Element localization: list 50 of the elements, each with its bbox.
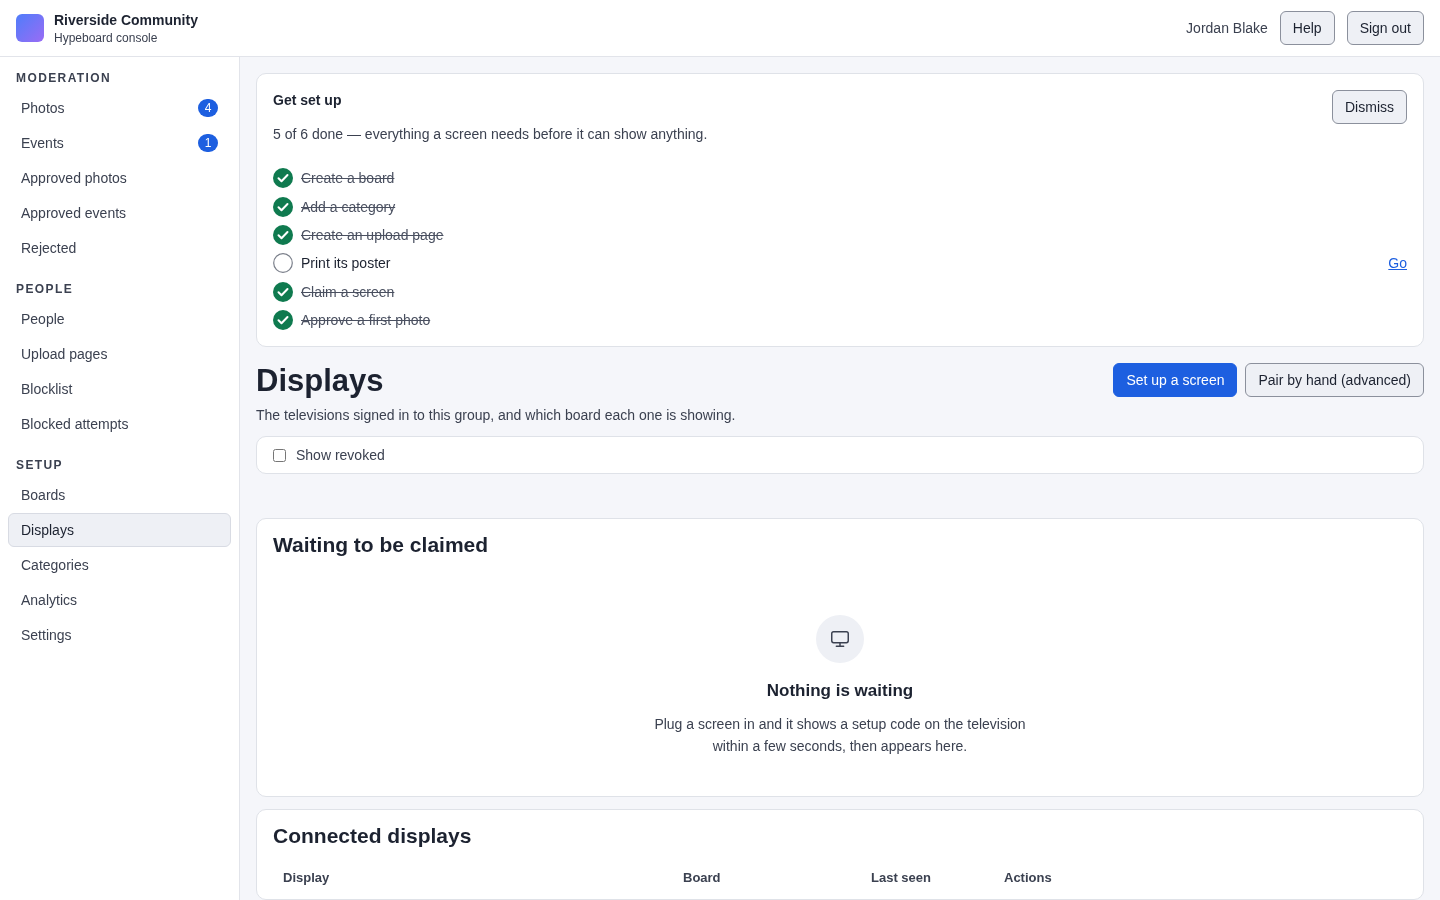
checkbox[interactable] <box>273 448 286 462</box>
dismiss-button[interactable]: Dismiss <box>1332 90 1407 124</box>
count-badge: 1 <box>198 134 218 152</box>
sidebar-item[interactable]: Analytics <box>8 583 231 617</box>
sidebar-item[interactable]: Approved events <box>8 196 231 230</box>
header-button[interactable]: Help <box>1279 11 1335 45</box>
sidebar-item[interactable]: Settings <box>8 618 231 652</box>
sidebar-item[interactable]: Displays <box>8 513 231 547</box>
checkbox-label: Show revoked <box>296 447 385 464</box>
step-label: Create an upload page <box>301 226 444 243</box>
header-button[interactable]: Sign out <box>1346 11 1424 45</box>
page-title: Displays <box>256 363 385 400</box>
empty-title: Nothing is waiting <box>766 681 914 702</box>
step-label: Create a board <box>301 170 395 187</box>
column-header: Board <box>683 870 722 885</box>
go-link[interactable]: Go <box>1388 255 1407 272</box>
setup-summary: 5 of 6 done — everything a screen needs before it can show anything. <box>273 126 708 142</box>
section-heading: PEOPLE <box>15 281 75 298</box>
pair-button[interactable]: Pair by hand (advanced) <box>1245 363 1424 398</box>
step-label: Approve a first photo <box>301 312 431 329</box>
monitor-icon <box>816 615 864 664</box>
sidebar-item[interactable]: Categories <box>8 548 231 582</box>
sidebar-item[interactable]: People <box>8 302 231 336</box>
console-subtitle: Hypeboard console <box>54 30 159 45</box>
page-description: The televisions signed in to this group, and which board each one is showing. <box>256 407 736 424</box>
step-label: Add a category <box>301 198 396 215</box>
logo-icon <box>16 14 44 42</box>
column-header: Display <box>283 870 331 885</box>
organization-name: Riverside Community <box>54 11 198 28</box>
step-label: Print its poster <box>301 255 391 272</box>
step-label: Claim a screen <box>301 283 395 300</box>
empty-text: Plug a screen in and it shows a setup code on the television within a few seconds, then appears here. <box>653 715 1027 757</box>
section-heading: MODERATION <box>15 70 113 87</box>
column-header: Last seen <box>871 870 932 885</box>
sidebar-item[interactable]: Blocked attempts <box>8 407 231 441</box>
sidebar-item[interactable]: Rejected <box>8 231 231 265</box>
section-title: Waiting to be claimed <box>273 533 490 558</box>
count-badge: 4 <box>198 99 218 117</box>
setup-title: Get set up <box>273 92 343 108</box>
user-name: Jordan Blake <box>1186 20 1268 36</box>
sidebar-item[interactable]: Approved photos <box>8 161 231 195</box>
sidebar-item[interactable]: Photos 4 <box>8 91 231 125</box>
section-title: Connected displays <box>273 824 473 848</box>
sidebar-item[interactable]: Upload pages <box>8 337 231 371</box>
column-header: Actions <box>1004 870 1053 885</box>
section-heading: SETUP <box>15 457 64 474</box>
setup-screen-button[interactable]: Set up a screen <box>1113 363 1238 398</box>
sidebar-item[interactable]: Events 1 <box>8 126 231 160</box>
sidebar-item[interactable]: Blocklist <box>8 372 231 406</box>
sidebar-item[interactable]: Boards <box>8 478 231 512</box>
